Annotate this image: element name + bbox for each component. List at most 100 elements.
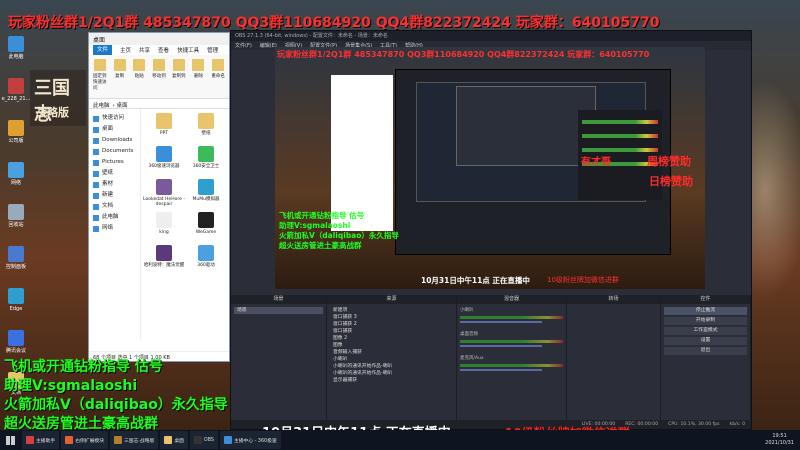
source-item[interactable]: 音频输入捕获 (330, 349, 453, 356)
volume-meter (460, 340, 563, 343)
source-item[interactable]: 小喇叭的通讯开始作品-喇叭 (330, 363, 453, 370)
mixer-channels: 小喇叭 桌面音频 麦克风/Aux (457, 304, 566, 382)
file-item[interactable]: 360安全卫士 (185, 146, 227, 179)
volume-slider[interactable] (460, 321, 543, 323)
green-overlay-text: 飞机或开通钻粉指导 估号 助理V:sgmalaoshi 火箭加私V（daliqiba… (4, 358, 228, 434)
nav-item[interactable]: 桌面 (89, 124, 140, 135)
nav-item[interactable]: 此电脑 (89, 212, 140, 223)
ribbon-label: 粘贴 (134, 74, 144, 79)
desktop-icon[interactable]: 控制面板 (2, 246, 30, 282)
explorer-tab[interactable]: 查看 (158, 46, 169, 54)
preview-obs-window (395, 69, 671, 255)
ribbon-button[interactable]: 粘贴 (132, 59, 146, 94)
nav-item[interactable]: 素材 (89, 179, 140, 190)
source-item[interactable]: 小喇叭的通讯开始作品-喇叭 (330, 370, 453, 377)
explorer-tab[interactable]: 快捷工具 (177, 46, 199, 54)
source-item[interactable]: 新建项 (330, 307, 453, 314)
obs-window[interactable]: OBS 27.1.3 (64-bit, windows) - 配置文件：未命名 … (230, 30, 752, 430)
ribbon-icon (113, 59, 126, 71)
file-item[interactable]: 壁纸 (185, 113, 227, 146)
explorer-tab[interactable]: 共享 (139, 46, 150, 54)
file-label: 360安全卫士 (192, 164, 220, 169)
nav-item[interactable]: Documents (89, 146, 140, 157)
source-item[interactable]: 窗口捕获 2 (330, 321, 453, 328)
nav-item[interactable]: 新建 (89, 190, 140, 201)
explorer-tab[interactable]: 主页 (120, 46, 131, 54)
nav-item[interactable]: 网络 (89, 223, 140, 234)
file-icon (198, 179, 214, 195)
sponsor-name: 有才哥 (581, 157, 611, 168)
taskbar-app[interactable]: 主播助手 (22, 431, 60, 449)
ribbon-button[interactable]: 删除 (192, 59, 206, 94)
breadcrumb-item[interactable]: 此电脑 (93, 101, 110, 109)
file-item[interactable]: Lookedat HeHore - despair (143, 179, 185, 212)
obs-preview[interactable]: 玩家粉丝群1/2Q1群 485347870 QQ3群110684920 QQ4群… (275, 47, 705, 289)
taskbar-app[interactable]: OBS (189, 431, 218, 449)
file-explorer-window[interactable]: 桌面 文件 主页 共享 查看 快捷工具 管理 固定到快速访问 复制 粘贴 移动到 复制到 删除 重命名… (88, 32, 230, 362)
desktop-icon[interactable]: 公司版 (2, 120, 30, 156)
source-item[interactable]: 图像 2 (330, 335, 453, 342)
taskbar-app[interactable]: 三国志·战略版 (110, 431, 159, 449)
clock[interactable]: 19:51 2021/10/31 (765, 433, 794, 447)
nav-item[interactable]: 壁纸 (89, 168, 140, 179)
file-item[interactable]: MuMu模拟器 (185, 179, 227, 212)
control-button[interactable]: 工作室模式 (664, 327, 747, 335)
ribbon-button[interactable]: 复制到 (172, 59, 186, 94)
nav-item-label: 网络 (102, 225, 114, 231)
breadcrumb-item[interactable]: › 桌面 (113, 101, 128, 109)
scene-item[interactable]: 场景 (234, 307, 323, 314)
start-button[interactable] (0, 430, 20, 450)
taskbar-app[interactable]: 主播中心 - 360极速 (219, 431, 281, 449)
nav-item[interactable]: Downloads (89, 135, 140, 146)
obs-menu-item[interactable]: 文件(F) (235, 42, 252, 49)
taskbar-app-label: 右侧扩展模块 (75, 438, 104, 444)
volume-slider[interactable] (460, 369, 543, 371)
explorer-tab[interactable]: 管理 (207, 46, 218, 54)
control-button[interactable]: 退出 (664, 347, 747, 355)
address-bar[interactable]: 此电脑 › 桌面 (89, 99, 229, 109)
nav-item[interactable]: 文档 (89, 201, 140, 212)
controls-dock: 控件 停止推流 开始录制 工作室模式 设置 退出 (661, 295, 751, 421)
source-item[interactable]: 小喇叭 (330, 356, 453, 363)
taskbar-app[interactable]: 桌面 (160, 431, 188, 449)
file-item[interactable]: king (143, 212, 185, 245)
file-item[interactable]: PPT (143, 113, 185, 146)
control-button[interactable]: 开始录制 (664, 317, 747, 325)
volume-slider[interactable] (460, 345, 543, 347)
folder-icon (93, 170, 99, 177)
desktop-icon[interactable]: 网络 (2, 162, 30, 198)
desktop-icon[interactable]: e_228_21... (2, 78, 30, 114)
taskbar-app-icon (193, 436, 202, 444)
desktop-icon[interactable]: 此电脑 (2, 36, 30, 72)
file-item[interactable]: 哈利波特：魔法觉醒 (143, 245, 185, 278)
file-item[interactable]: 360极速浏览器 (143, 146, 185, 179)
taskbar-app[interactable]: 右侧扩展模块 (61, 431, 108, 449)
taskbar-app-icon (26, 436, 34, 444)
source-item[interactable]: 窗口捕获 3 (330, 314, 453, 321)
file-label: 壁纸 (201, 131, 211, 136)
source-item[interactable]: 图像 (330, 342, 453, 349)
system-tray: 19:51 2021/10/31 (765, 433, 800, 447)
desktop-icon-label: e_228_21... (1, 96, 31, 102)
volume-meter (460, 316, 563, 319)
desktop-icon[interactable]: 回收站 (2, 204, 30, 240)
ribbon-button[interactable]: 固定到快速访问 (93, 59, 107, 94)
folder-icon (93, 181, 99, 188)
control-button[interactable]: 停止推流 (664, 307, 747, 315)
explorer-tab[interactable]: 文件 (93, 45, 113, 55)
ribbon-button[interactable]: 复制 (113, 59, 127, 94)
ribbon-button[interactable]: 移动到 (152, 59, 166, 94)
ribbon-button[interactable]: 重命名 (211, 59, 225, 94)
ribbon-icon (153, 59, 166, 71)
source-item[interactable]: 显示器捕获 (330, 377, 453, 384)
scenes-dock: 场景 场景 (231, 295, 327, 421)
desktop-icon[interactable]: Edge (2, 288, 30, 324)
nav-item[interactable]: 快速访问 (89, 113, 140, 124)
source-item[interactable]: 窗口捕获 (330, 328, 453, 335)
nav-item[interactable]: Pictures (89, 157, 140, 168)
scene-list: 场景 (231, 304, 326, 317)
file-item[interactable]: 360驱动 (185, 245, 227, 278)
file-item[interactable]: WeGame (185, 212, 227, 245)
control-button[interactable]: 设置 (664, 337, 747, 345)
desktop-app-icon (8, 330, 24, 346)
